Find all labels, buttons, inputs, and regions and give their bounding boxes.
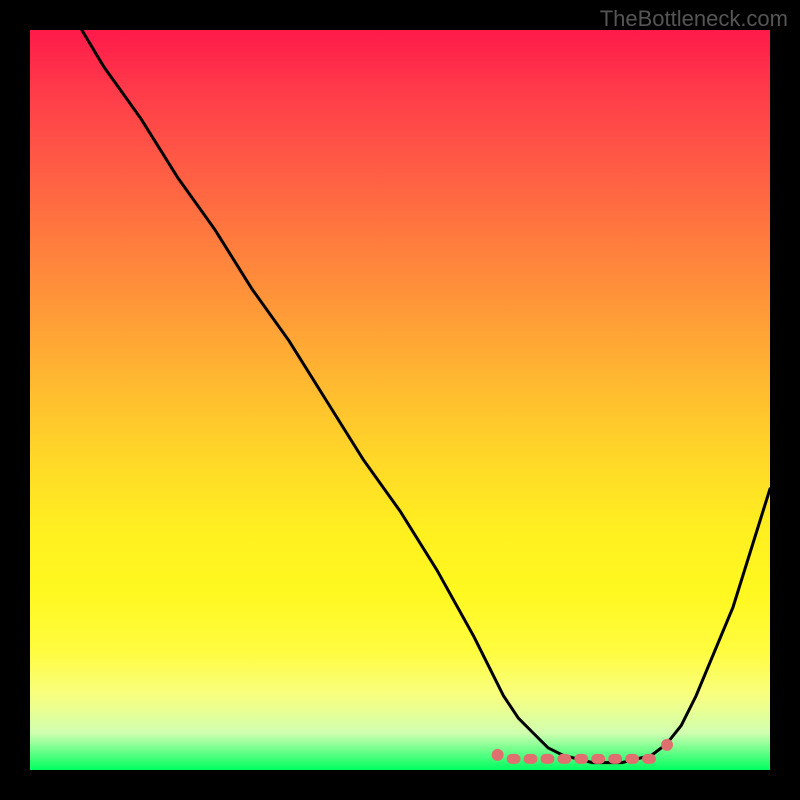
chart-gradient-background <box>30 30 770 770</box>
watermark-text: TheBottleneck.com <box>600 6 788 32</box>
